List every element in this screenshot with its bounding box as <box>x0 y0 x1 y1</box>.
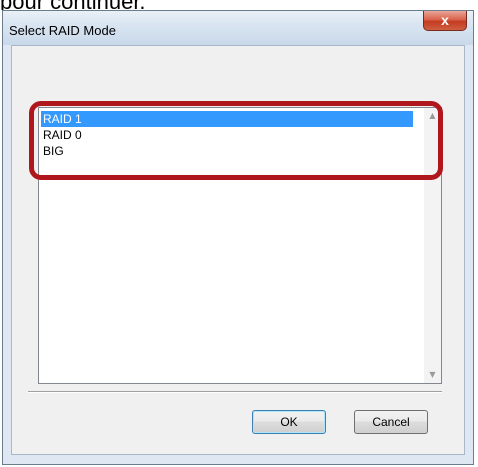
raid-mode-listbox[interactable]: RAID 1 RAID 0 BIG ▲ ▼ <box>38 107 442 384</box>
window-title: Select RAID Mode <box>9 23 116 38</box>
scroll-up-icon[interactable]: ▲ <box>424 108 441 124</box>
background-caption-text: pour continuer. <box>0 0 300 10</box>
list-item-raid-1[interactable]: RAID 1 <box>41 111 413 127</box>
scroll-down-icon[interactable]: ▼ <box>424 367 441 383</box>
cancel-button[interactable]: Cancel <box>354 410 428 434</box>
separator-line <box>28 391 442 393</box>
title-bar[interactable]: Select RAID Mode x <box>3 11 473 45</box>
ok-button[interactable]: OK <box>252 410 326 434</box>
close-icon: x <box>441 12 449 28</box>
list-item-raid-0[interactable]: RAID 0 <box>41 127 413 143</box>
vertical-scrollbar[interactable]: ▲ ▼ <box>424 108 441 383</box>
list-item-big[interactable]: BIG <box>41 143 413 159</box>
close-button[interactable]: x <box>423 11 467 31</box>
raid-mode-list: RAID 1 RAID 0 BIG <box>41 111 413 159</box>
